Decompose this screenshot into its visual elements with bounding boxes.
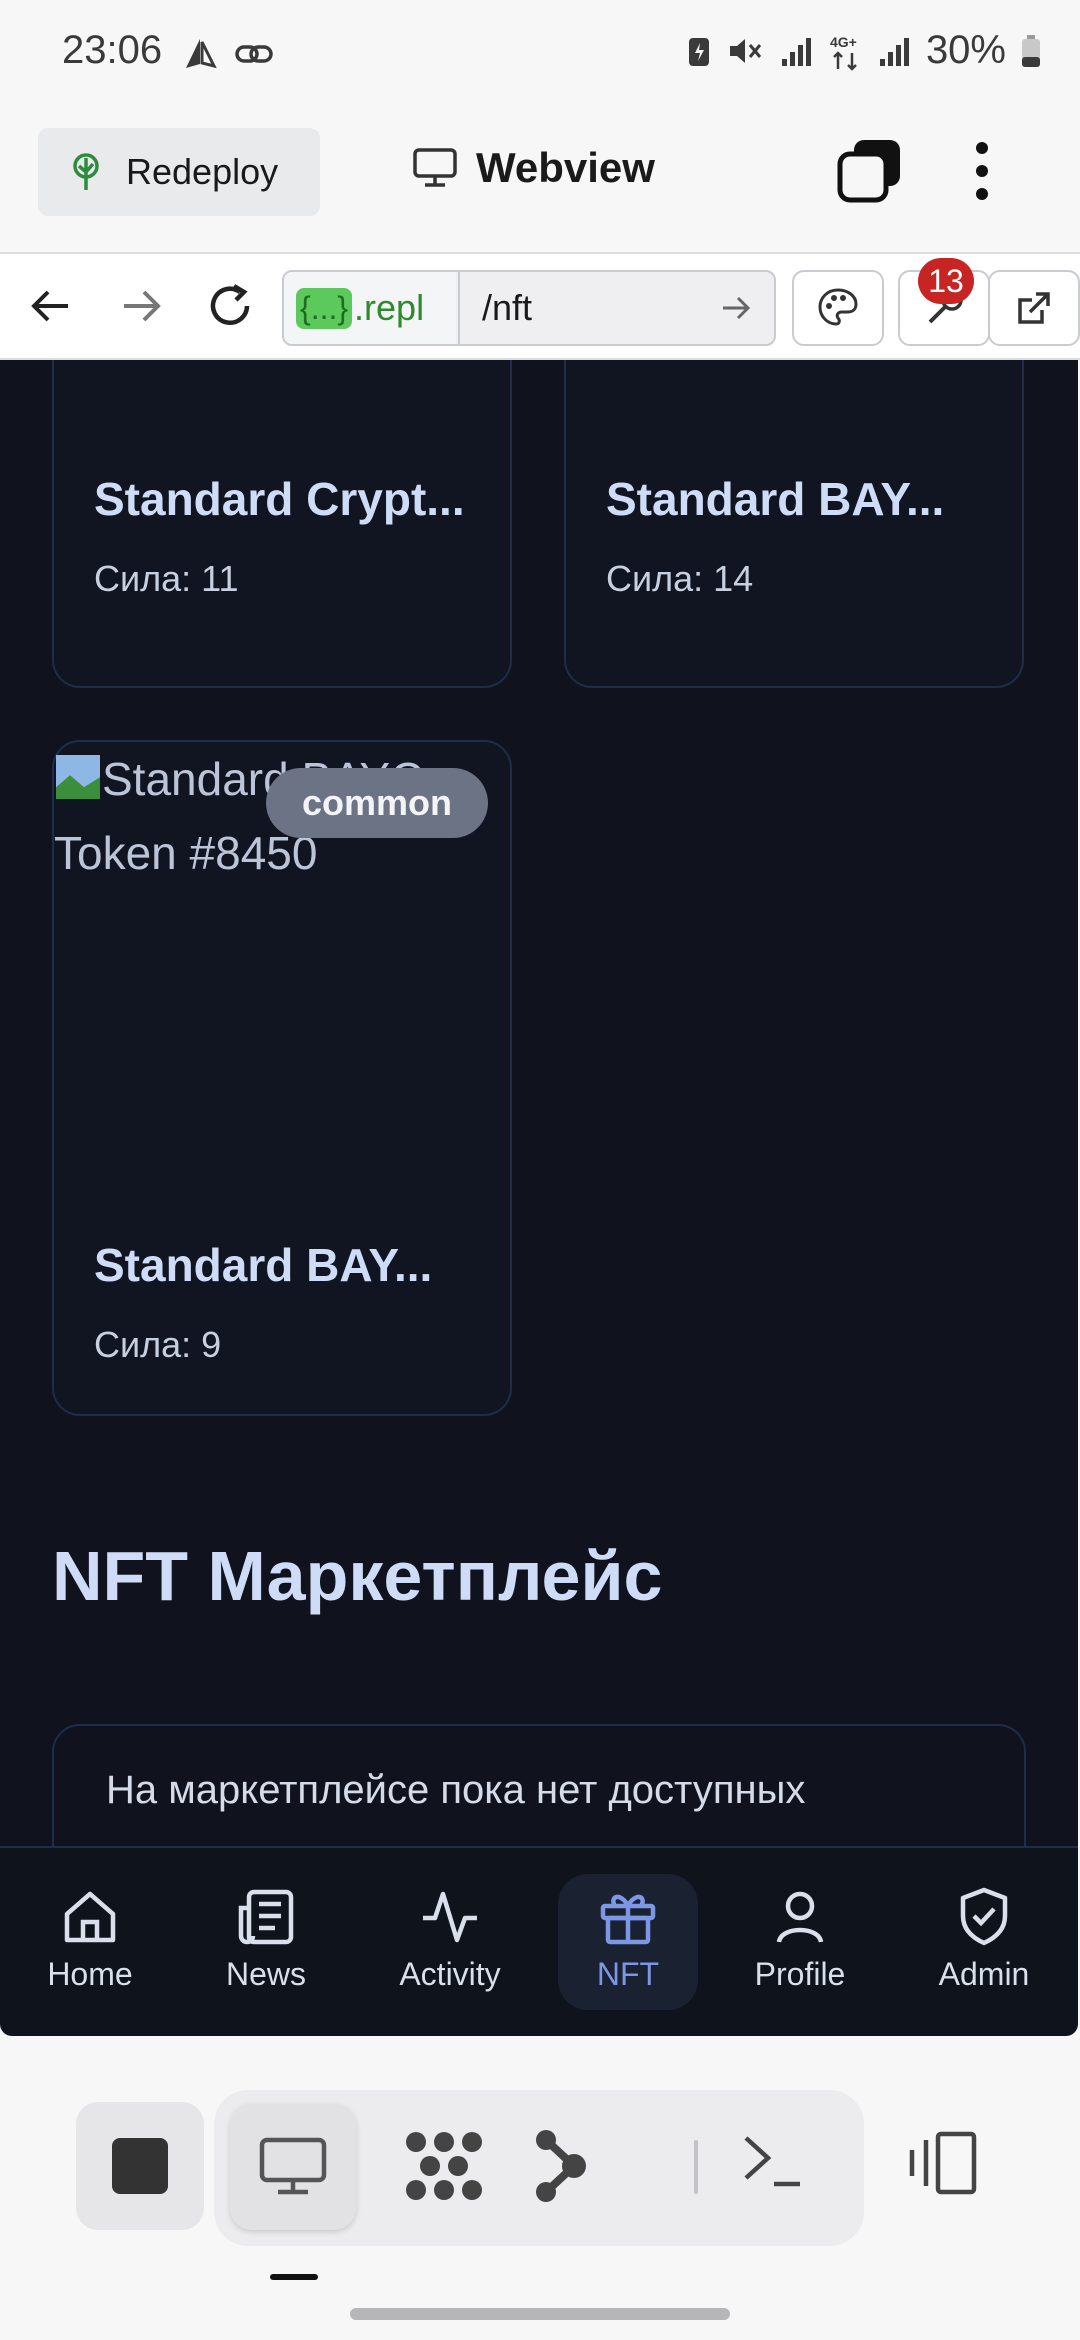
- monitor-icon: [413, 148, 457, 187]
- more-menu-button[interactable]: [972, 140, 992, 207]
- dock-tray: [214, 2090, 864, 2246]
- replit-dock: [76, 2090, 977, 2250]
- network-4g-icon: 4G+: [830, 34, 857, 71]
- news-icon: [238, 1889, 294, 1945]
- nav-admin[interactable]: Admin: [914, 1874, 1054, 2010]
- link-icon: [235, 45, 273, 63]
- forward-button[interactable]: [120, 280, 162, 337]
- webview-dock-button[interactable]: [230, 2104, 356, 2230]
- nft-card-power: Сила: 9: [94, 1324, 222, 1365]
- dots-grid-icon: [406, 2132, 482, 2200]
- terminal-icon: [744, 2136, 800, 2187]
- status-right-icons: 4G+ 30%: [686, 28, 1042, 73]
- nav-label: NFT: [596, 1956, 660, 1992]
- git-button[interactable]: [532, 2128, 588, 2209]
- status-bar: 23:06 4G+ 30%: [0, 0, 1080, 108]
- marketplace-empty-box: На маркетплейсе пока нет доступных: [52, 1724, 1026, 1848]
- nft-card-1[interactable]: Standard Crypt... Сила: 11: [52, 360, 512, 688]
- stop-icon: [112, 2138, 168, 2194]
- gift-icon: [600, 1894, 656, 1945]
- deploy-tree-icon: [73, 153, 99, 190]
- nft-card-name: Standard Crypt...: [94, 473, 465, 525]
- app-toolbar: Redeploy Webview: [0, 108, 1080, 252]
- rarity-badge: common: [266, 768, 489, 838]
- device-toggle-button[interactable]: [902, 2130, 982, 2201]
- workflows-button[interactable]: [404, 2128, 484, 2209]
- user-icon: [776, 1891, 824, 1943]
- webview-label: Webview: [476, 144, 655, 191]
- browser-url-bar: {...} .repl /nft: [0, 252, 1080, 360]
- nav-label: Admin: [938, 1956, 1030, 1992]
- back-button[interactable]: [30, 280, 72, 337]
- stop-button[interactable]: [76, 2102, 204, 2230]
- redeploy-button[interactable]: Redeploy: [38, 128, 320, 216]
- mute-icon: [729, 38, 762, 63]
- tabs-icon: [837, 140, 900, 203]
- nav-nft[interactable]: NFT: [558, 1874, 698, 2010]
- activity-icon: [423, 1891, 477, 1943]
- nav-label: Home: [47, 1956, 133, 1992]
- nft-card-power: Сила: 14: [606, 558, 754, 599]
- palette-icon: [818, 288, 858, 326]
- more-vertical-icon: [976, 142, 988, 200]
- svg-text:4G+: 4G+: [830, 34, 857, 50]
- broken-image-icon: [56, 755, 100, 799]
- marketplace-title: NFT Маркетплейс: [52, 1537, 663, 1615]
- dock-separator: [694, 2140, 698, 2194]
- signal-icon-2: [879, 37, 909, 66]
- monitor-icon: [259, 2137, 327, 2195]
- redeploy-label: Redeploy: [126, 151, 279, 192]
- nav-label: News: [225, 1956, 306, 1992]
- shield-check-icon: [960, 1887, 1008, 1946]
- reload-icon: [210, 284, 250, 325]
- nft-card-2[interactable]: Standard BAY... Сила: 14: [564, 360, 1024, 688]
- go-arrow-icon[interactable]: [720, 290, 752, 326]
- url-field[interactable]: {...} .repl /nft: [282, 270, 776, 346]
- bottom-navigation: Home News Activity NFT Profile Admin: [0, 1846, 1078, 2036]
- host-suffix: .repl: [354, 287, 425, 328]
- device-frame-icon: [909, 2131, 977, 2195]
- arrow-right-icon: [124, 290, 161, 322]
- nft-card-name: Standard BAY...: [606, 473, 945, 525]
- nav-label: Activity: [399, 1956, 501, 1992]
- status-left-icons: [182, 36, 274, 72]
- arrow-left-icon: [31, 290, 68, 322]
- reload-button[interactable]: [204, 280, 256, 337]
- nav-profile[interactable]: Profile: [730, 1874, 870, 2010]
- nav-activity[interactable]: Activity: [380, 1874, 520, 2010]
- nft-card-name: Standard BAY...: [94, 1239, 433, 1291]
- devtools-notification-badge: 13: [918, 258, 974, 304]
- battery-icon: [1022, 34, 1040, 67]
- nft-card-3[interactable]: Standard BAYC Token #8450 common Standar…: [52, 740, 512, 1416]
- home-icon: [64, 1891, 116, 1943]
- branch-icon: [536, 2130, 586, 2202]
- system-home-bar[interactable]: [350, 2308, 730, 2320]
- theme-button[interactable]: [792, 270, 884, 346]
- nav-news[interactable]: News: [196, 1874, 336, 2010]
- battery-saver-icon: [688, 37, 709, 66]
- nav-home[interactable]: Home: [20, 1874, 160, 2010]
- web-content: Standard Crypt... Сила: 11 Standard BAY.…: [0, 360, 1078, 1848]
- url-host: {...} .repl: [284, 272, 456, 344]
- dock-page-indicator: [270, 2274, 318, 2280]
- marketplace-empty-text: На маркетплейсе пока нет доступных: [106, 1768, 806, 1812]
- nav-label: Profile: [754, 1956, 846, 1992]
- open-external-button[interactable]: [988, 270, 1080, 346]
- battery-percent: 30%: [925, 28, 1006, 72]
- status-time: 23:06: [62, 28, 163, 72]
- webview-tab-title: Webview: [412, 144, 655, 192]
- external-link-icon: [1018, 292, 1050, 324]
- shell-button[interactable]: [740, 2128, 804, 2199]
- tabs-button[interactable]: [836, 138, 902, 209]
- nft-card-power: Сила: 11: [94, 558, 239, 599]
- sail-icon: [186, 39, 217, 69]
- signal-icon: [781, 37, 811, 66]
- host-badge: {...}: [296, 287, 353, 329]
